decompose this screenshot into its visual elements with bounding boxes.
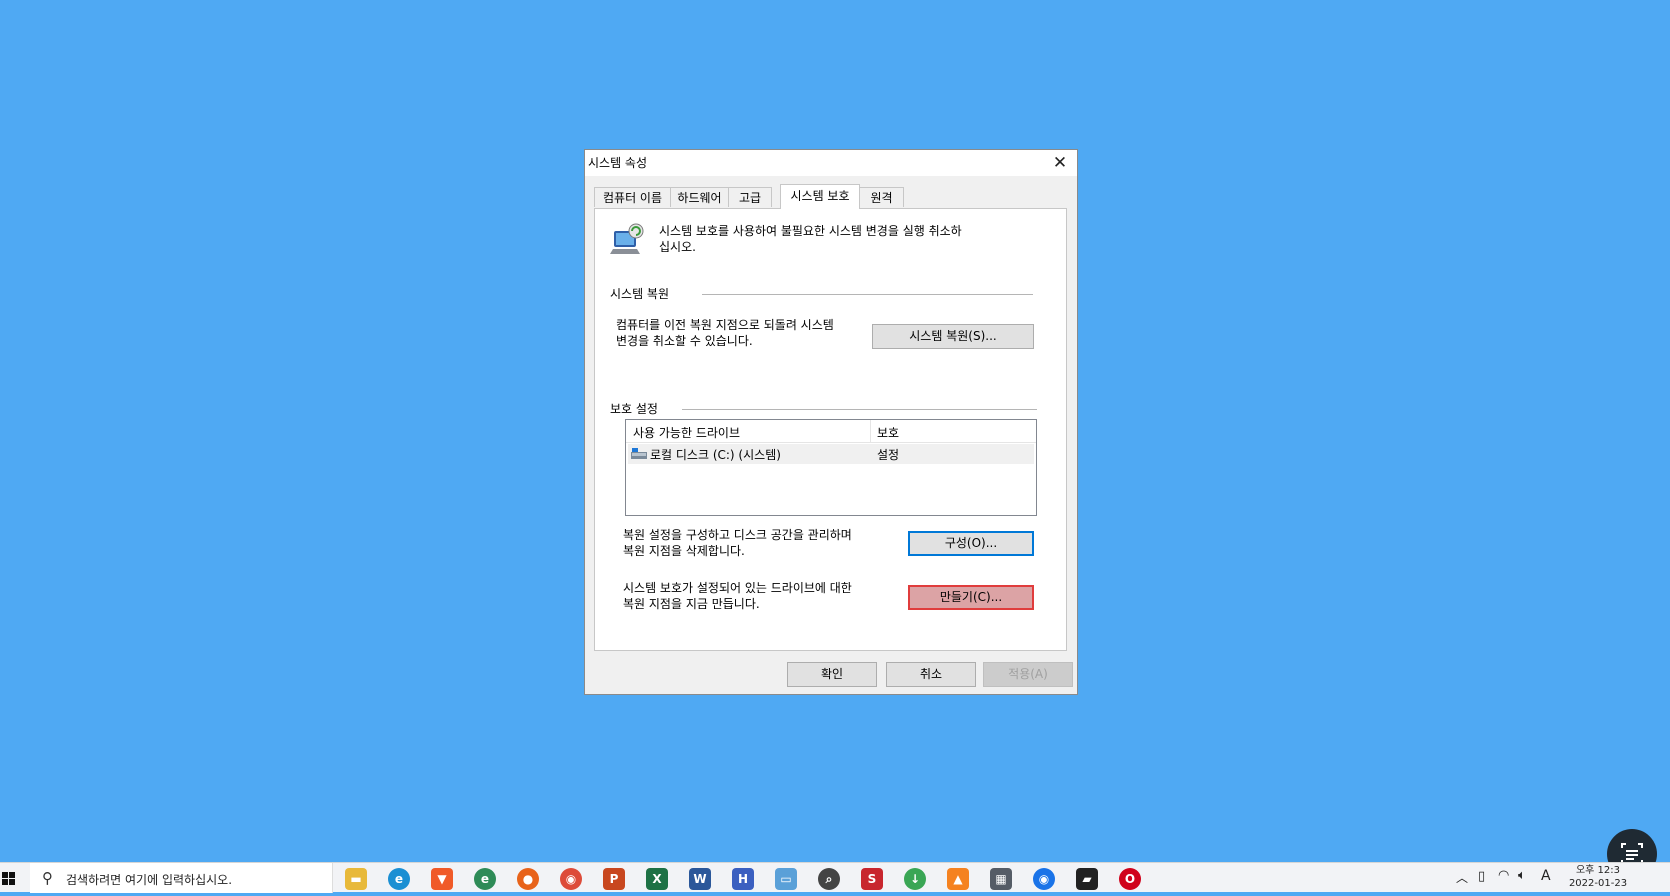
configure-text: 복원 설정을 구성하고 디스크 공간을 관리하며 복원 지점을 삭제합니다. [623,528,852,558]
opera-icon[interactable]: O [1119,868,1141,890]
battery-icon[interactable]: ▯ [1478,869,1485,884]
chevron-up-icon[interactable]: ︿ [1456,869,1468,886]
firefox-icon[interactable]: ● [517,868,539,890]
clock[interactable]: 오후 12:3 2022-01-23 [1560,864,1636,892]
tab-advanced[interactable]: 고급 [728,187,772,207]
apply-button[interactable]: 적용(A) [983,662,1073,687]
dialog-title: 시스템 속성 [588,156,648,170]
network-icon[interactable]: ◠ [1498,868,1509,883]
system-properties-dialog: 시스템 속성 ✕ 컴퓨터 이름 하드웨어 고급 시스템 보호 원격 시스템 보호… [584,149,1078,695]
column-header-drive[interactable]: 사용 가능한 드라이브 [633,424,740,441]
create-text: 시스템 보호가 설정되어 있는 드라이브에 대한 복원 지점을 지금 만듭니다. [623,581,852,611]
system-restore-group-label: 시스템 복원 [610,287,670,301]
drive-name: 로컬 디스크 (C:) (시스템) [650,448,781,462]
list-header: 사용 가능한 드라이브 보호 [626,420,1036,443]
windows-icon [2,872,15,885]
clock-date: 2022-01-23 [1568,878,1628,889]
table-row[interactable]: 로컬 디스크 (C:) (시스템) 설정 [628,444,1034,464]
tab-system-protection[interactable]: 시스템 보호 [780,184,860,209]
vlc-icon[interactable]: ▲ [947,868,969,890]
powerpoint-icon[interactable]: P [603,868,625,890]
ime-indicator[interactable]: A [1541,868,1551,884]
search-input[interactable]: 검색하려면 여기에 입력하십시오. [66,871,232,888]
tab-computer-name[interactable]: 컴퓨터 이름 [594,187,671,207]
clock-time: 오후 12:3 [1575,865,1621,876]
title-bar[interactable]: 시스템 속성 ✕ [585,150,1077,176]
remote-desktop-icon[interactable]: ▭ [775,868,797,890]
system-protection-panel: 시스템 보호를 사용하여 불필요한 시스템 변경을 실행 취소하 십시오. 시스… [594,208,1067,651]
drive-icon [631,448,647,460]
protection-settings-group-label: 보호 설정 [610,402,658,416]
group-divider [702,294,1033,295]
tab-hardware[interactable]: 하드웨어 [670,187,729,207]
sticky-notes-icon[interactable]: ▰ [1076,868,1098,890]
magnifier-icon[interactable]: ⌕ [818,868,840,890]
system-protection-icon [610,223,644,257]
ok-button[interactable]: 확인 [787,662,877,687]
excel-icon[interactable]: X [646,868,668,890]
cancel-button[interactable]: 취소 [886,662,976,687]
edge-icon[interactable]: e [388,868,410,890]
protection-description: 시스템 보호를 사용하여 불필요한 시스템 변경을 실행 취소하 십시오. [659,224,962,254]
search-box[interactable]: ⚲ 검색하려면 여기에 입력하십시오. [30,863,333,893]
download-icon[interactable]: ↓ [904,868,926,890]
system-restore-button[interactable]: 시스템 복원(S)... [872,324,1034,349]
configure-button[interactable]: 구성(O)... [908,531,1034,556]
tab-remote[interactable]: 원격 [859,187,904,207]
calculator-icon[interactable]: ▦ [990,868,1012,890]
hangul-icon[interactable]: H [732,868,754,890]
brave-icon[interactable]: ▼ [431,868,453,890]
edge-dev-icon[interactable]: e [474,868,496,890]
search-icon: ⚲ [42,869,53,887]
chrome-icon[interactable]: ◉ [560,868,582,890]
drive-list[interactable]: 사용 가능한 드라이브 보호 로컬 디스크 (C:) (시스템) 설정 [625,419,1037,516]
taskbar: ⚲ 검색하려면 여기에 입력하십시오. ▬ e ▼ e ● ◉ P X W H … [0,862,1670,893]
system-restore-text: 컴퓨터를 이전 복원 지점으로 되돌려 시스템 변경을 취소할 수 있습니다. [616,318,834,348]
group-divider [682,409,1037,410]
create-button[interactable]: 만들기(C)... [908,585,1034,610]
chrome-alt-icon[interactable]: ◉ [1033,868,1055,890]
drive-protection-status: 설정 [877,448,900,462]
column-header-protection[interactable]: 보호 [877,424,899,441]
close-icon[interactable]: ✕ [1043,150,1077,176]
file-explorer-icon[interactable]: ▬ [345,868,367,890]
start-button[interactable] [0,863,30,893]
app-red-icon[interactable]: S [861,868,883,890]
volume-icon[interactable]: 🔈︎ [1518,868,1526,883]
word-icon[interactable]: W [689,868,711,890]
column-divider [870,420,871,442]
